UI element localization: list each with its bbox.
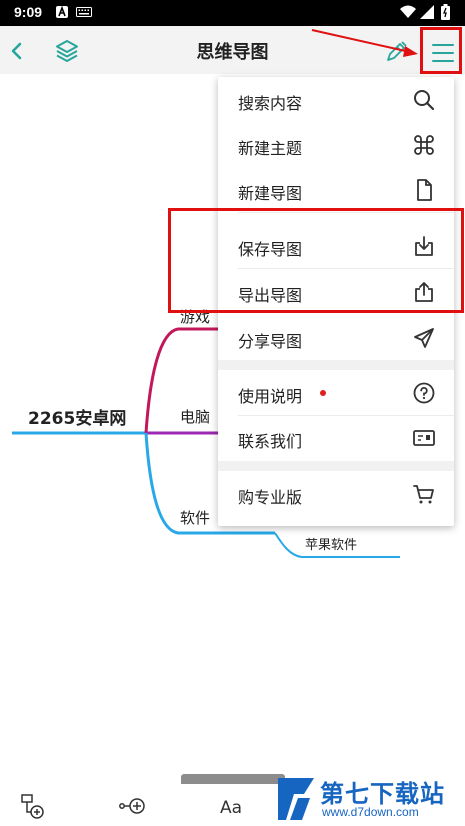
menu-item-label: 联系我们 [238,432,303,451]
add-sub-topic-icon[interactable] [18,792,46,820]
menu-item-search[interactable]: 搜索内容 [218,77,454,123]
menu-item-share-map[interactable]: 分享导图 [218,315,454,361]
watermark-name: 第七下载站 [320,780,445,808]
svg-text:Aa: Aa [220,798,242,818]
menu-item-label: 分享导图 [238,332,303,351]
battery-icon [441,4,450,20]
menu-item-label: 购专业版 [238,488,303,507]
contact-card-icon [413,430,435,446]
annotation-box-save-export [168,208,464,313]
watermark: 第七下载站 www.d7down.com [272,772,465,826]
wifi-icon [400,5,416,18]
mindmap-node-apple-software[interactable]: 苹果软件 [305,534,357,553]
signal-icon [420,5,434,19]
menu-item-new-map[interactable]: 新建导图 [218,167,454,213]
text-format-icon[interactable]: Aa [219,792,247,820]
help-icon [413,382,435,404]
add-sibling-topic-icon[interactable] [118,792,146,820]
search-icon [414,90,435,111]
menu-item-label: 新建导图 [238,184,303,203]
menu-item-label: 使用说明 [238,387,303,406]
menu-divider [218,461,454,471]
new-badge-dot [320,390,326,396]
menu-item-new-topic[interactable]: 新建主题 [218,122,454,168]
menu-item-contact-us[interactable]: 联系我们 [218,415,454,461]
menu-divider [218,360,454,370]
send-icon [414,328,434,348]
watermark-logo-icon [278,778,314,820]
mindmap-root-node[interactable]: 2265安卓网 [28,404,126,429]
notification-a-icon [56,6,68,18]
keyboard-icon [76,7,92,17]
status-bar: 9:09 [0,0,465,26]
watermark-url: www.d7down.com [322,805,419,819]
menu-item-label: 搜索内容 [238,94,303,113]
annotation-box-menu-button [420,27,462,74]
mindmap-node-software[interactable]: 软件 [180,507,210,528]
app-toolbar: 思维导图 [0,26,465,74]
status-time: 9:09 [14,4,43,20]
menu-item-label: 新建主题 [238,139,303,158]
cart-icon [413,485,434,504]
command-icon [414,135,434,155]
menu-item-buy-pro[interactable]: 购专业版 [218,471,454,517]
style-brush-icon[interactable] [380,36,410,66]
menu-item-instructions[interactable]: 使用说明 [218,370,454,416]
mindmap-node-pc[interactable]: 电脑 [180,406,210,427]
file-icon [417,179,432,201]
